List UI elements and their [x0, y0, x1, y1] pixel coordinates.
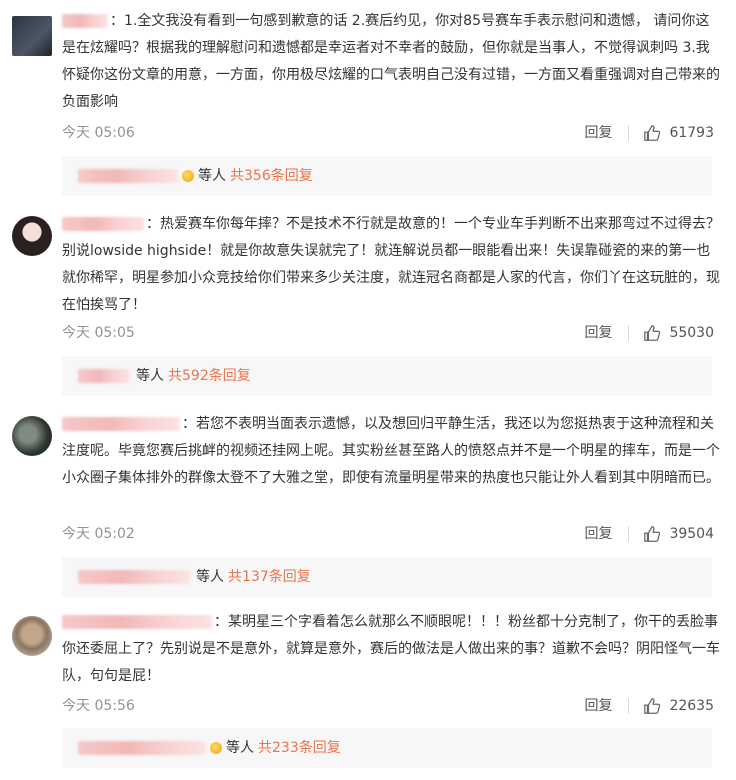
- username-redacted[interactable]: [62, 14, 108, 28]
- like-count: 39504: [669, 526, 714, 542]
- sub-reply-count-link[interactable]: 共356条回复: [230, 156, 313, 196]
- sub-reply-label: 等人: [136, 368, 164, 384]
- like-count: 22635: [669, 698, 714, 714]
- thumbs-up-icon: [644, 698, 661, 714]
- username-redacted[interactable]: [62, 615, 212, 629]
- sub-replies-box[interactable]: 等人 共233条回复: [62, 728, 712, 768]
- comment-text-block: ：1.全文我没有看到一句感到歉意的话 2.赛后约见，你对85号赛车手表示慰问和遗…: [62, 8, 722, 116]
- comment-meta: 今天 05:05 回复 55030: [62, 322, 714, 344]
- comment-actions: 回复 55030: [584, 322, 714, 344]
- sub-replies-box[interactable]: 等人 共356条回复: [62, 156, 712, 196]
- like-count: 61793: [669, 125, 714, 141]
- reply-button[interactable]: 回复: [584, 322, 612, 344]
- like-button[interactable]: 39504: [643, 523, 714, 545]
- reply-button[interactable]: 回复: [584, 695, 612, 717]
- like-count: 55030: [669, 325, 714, 341]
- thumbs-up-icon: [644, 325, 661, 341]
- divider: [628, 125, 630, 141]
- username-redacted[interactable]: [62, 417, 180, 431]
- comment-text-block: ：热爱赛车你每年摔？不是技术不行就是故意的！一个专业车手判断不出来那弯过不过得去…: [62, 211, 722, 319]
- comment-timestamp: 今天 05:02: [62, 526, 135, 542]
- username-redacted[interactable]: [62, 217, 144, 231]
- comment-timestamp: 今天 05:05: [62, 325, 135, 341]
- sub-reply-count-link[interactable]: 共137条回复: [228, 557, 311, 597]
- comment-actions: 回复 61793: [584, 122, 714, 144]
- comment-meta: 今天 05:06 回复 61793: [62, 122, 714, 144]
- divider: [628, 325, 630, 341]
- sub-reply-users-redacted: [78, 369, 130, 383]
- comment-text: ：1.全文我没有看到一句感到歉意的话 2.赛后约见，你对85号赛车手表示慰问和遗…: [62, 13, 720, 110]
- like-button[interactable]: 22635: [643, 695, 714, 717]
- thumbs-up-icon: [644, 125, 661, 141]
- comment-actions: 回复 22635: [584, 695, 714, 717]
- avatar[interactable]: [12, 16, 52, 56]
- like-button[interactable]: 61793: [643, 122, 714, 144]
- comment-timestamp: 今天 05:06: [62, 125, 135, 141]
- sub-reply-count-link[interactable]: 共592条回复: [168, 356, 251, 396]
- comment-text-block: ：某明星三个字看着怎么就那么不顺眼呢！！！粉丝都十分克制了，你干的丢脸事你还委屈…: [62, 609, 722, 690]
- sub-reply-label: 等人: [196, 569, 224, 585]
- like-button[interactable]: 55030: [643, 322, 714, 344]
- avatar[interactable]: [12, 616, 52, 656]
- comment-text: ：热爱赛车你每年摔？不是技术不行就是故意的！一个专业车手判断不出来那弯过不过得去…: [62, 216, 720, 313]
- thumbs-up-icon: [644, 526, 661, 542]
- sub-reply-label: 等人: [226, 740, 254, 756]
- vip-badge-icon: [210, 742, 222, 754]
- sub-reply-users-redacted: [78, 169, 178, 183]
- sub-replies-box[interactable]: 等人 共592条回复: [62, 356, 712, 396]
- avatar[interactable]: [12, 416, 52, 456]
- sub-reply-users-redacted: [78, 741, 206, 755]
- comment-meta: 今天 05:56 回复 22635: [62, 695, 714, 717]
- comment-meta: 今天 05:02 回复 39504: [62, 523, 714, 545]
- reply-button[interactable]: 回复: [584, 122, 612, 144]
- divider: [628, 526, 630, 542]
- sub-reply-label: 等人: [198, 168, 226, 184]
- sub-replies-box[interactable]: 等人 共137条回复: [62, 557, 712, 597]
- comment-text-block: ：若您不表明当面表示遗憾，以及想回归平静生活，我还以为您挺热衷于这种流程和关注度…: [62, 411, 722, 492]
- divider: [628, 698, 630, 714]
- comment-actions: 回复 39504: [584, 523, 714, 545]
- sub-reply-users-redacted: [78, 570, 190, 584]
- sub-reply-count-link[interactable]: 共233条回复: [258, 728, 341, 768]
- avatar[interactable]: [12, 216, 52, 256]
- comment-timestamp: 今天 05:56: [62, 698, 135, 714]
- vip-badge-icon: [182, 170, 194, 182]
- reply-button[interactable]: 回复: [584, 523, 612, 545]
